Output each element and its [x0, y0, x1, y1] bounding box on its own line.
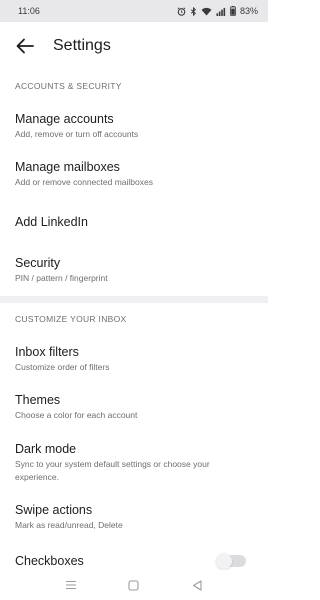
- setting-manage-mailboxes[interactable]: Manage mailboxes Add or remove connected…: [0, 150, 268, 198]
- setting-subtitle: Add, remove or turn off accounts: [15, 129, 139, 139]
- alarm-icon: [177, 6, 186, 16]
- setting-subtitle: Add or remove connected mailboxes: [15, 177, 153, 187]
- setting-dark-mode[interactable]: Dark mode Sync to your system default se…: [0, 431, 268, 493]
- setting-security[interactable]: Security PIN / pattern / fingerprint: [0, 246, 268, 294]
- setting-title: Swipe actions: [15, 503, 93, 517]
- setting-manage-accounts[interactable]: Manage accounts Add, remove or turn off …: [0, 102, 268, 150]
- setting-add-linkedin[interactable]: Add LinkedIn: [0, 198, 268, 246]
- system-nav-bar: [0, 570, 268, 600]
- status-time: 11:06: [18, 6, 40, 16]
- setting-title: Add LinkedIn: [15, 215, 88, 229]
- setting-inbox-filters[interactable]: Inbox filters Customize order of filters: [0, 335, 268, 383]
- arrow-left-icon: [16, 38, 34, 54]
- setting-title: Manage accounts: [15, 112, 114, 126]
- toggle-knob: [216, 553, 232, 569]
- setting-title: Themes: [15, 393, 61, 407]
- status-icons: 83%: [177, 6, 258, 16]
- setting-subtitle: Sync to your system default settings or …: [15, 458, 210, 482]
- battery-icon: [230, 6, 236, 16]
- setting-subtitle: Choose a color for each account: [15, 410, 138, 420]
- home-icon[interactable]: [124, 575, 144, 595]
- setting-swipe-actions[interactable]: Swipe actions Mark as read/unread, Delet…: [0, 493, 268, 541]
- battery-percent: 83%: [239, 6, 258, 16]
- recents-icon[interactable]: [61, 575, 81, 595]
- section-header-customize-inbox: CUSTOMIZE YOUR INBOX: [15, 314, 127, 324]
- section-header-accounts-security: ACCOUNTS & SECURITY: [15, 81, 122, 91]
- setting-title: Security: [15, 256, 61, 270]
- app-bar: Settings: [0, 22, 268, 70]
- setting-title: Manage mailboxes: [15, 160, 120, 174]
- setting-subtitle: Customize order of filters: [15, 362, 110, 372]
- page-title: Settings: [53, 37, 111, 54]
- wifi-icon: [201, 7, 212, 16]
- checkboxes-toggle[interactable]: [216, 553, 246, 569]
- status-bar: 11:06 83%: [0, 0, 268, 22]
- setting-subtitle: PIN / pattern / fingerprint: [15, 273, 108, 283]
- setting-title: Dark mode: [15, 441, 77, 456]
- setting-subtitle: Mark as read/unread, Delete: [15, 520, 123, 530]
- setting-title: Inbox filters: [15, 345, 79, 359]
- section-divider: [0, 296, 268, 303]
- settings-list: ACCOUNTS & SECURITY Manage accounts Add,…: [0, 70, 268, 581]
- back-triangle-icon[interactable]: [187, 575, 207, 595]
- bluetooth-icon: [190, 6, 197, 16]
- back-button[interactable]: [11, 32, 39, 60]
- setting-themes[interactable]: Themes Choose a color for each account: [0, 383, 268, 431]
- signal-icon: [216, 7, 226, 16]
